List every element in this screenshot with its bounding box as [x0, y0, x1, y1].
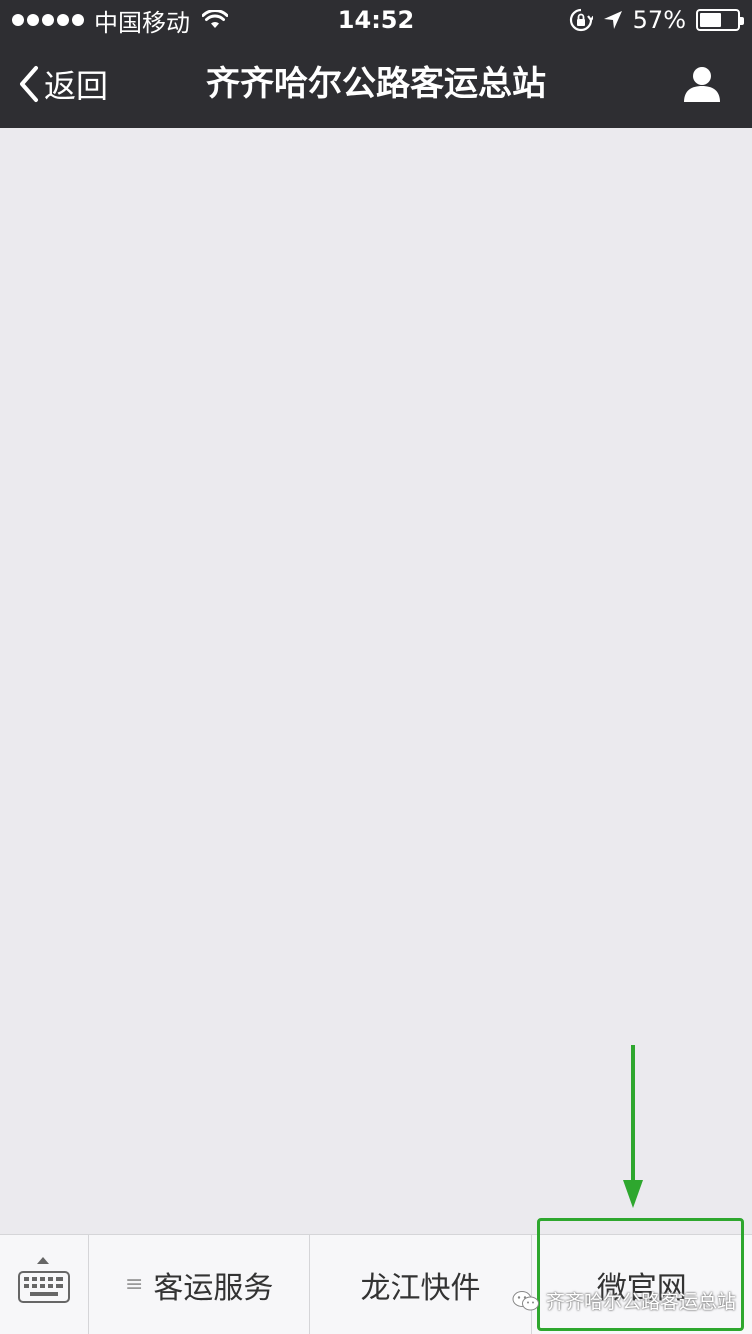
status-bar: 中国移动 14:52 57% — [0, 0, 752, 40]
bottom-menu-bar: ≡ 客运服务 龙江快件 微官网 — [0, 1234, 752, 1334]
status-right: 57% — [569, 5, 744, 35]
nav-bar: 返回 齐齐哈尔公路客运总站 — [0, 40, 752, 128]
menu-item-micro-website[interactable]: 微官网 — [532, 1235, 752, 1334]
person-icon[interactable] — [682, 64, 722, 104]
menu-item-longjiang-express[interactable]: 龙江快件 — [310, 1235, 532, 1334]
annotation-arrow-icon — [623, 1045, 643, 1208]
keyboard-toggle-button[interactable] — [0, 1235, 89, 1334]
watermark-text: 齐齐哈尔公路客运总站 — [546, 1291, 737, 1313]
battery-fill — [700, 13, 721, 27]
back-label: 返回 — [44, 67, 109, 105]
wechat-icon — [512, 1290, 539, 1310]
back-button[interactable]: 返回 — [18, 62, 108, 106]
chevron-left-icon — [20, 66, 38, 102]
battery-icon — [696, 9, 744, 31]
menu-item-passenger-service[interactable]: ≡ 客运服务 — [89, 1235, 311, 1334]
carrier-name: 中国移动 — [94, 8, 190, 37]
keyboard-icon — [18, 1271, 70, 1303]
menu-item-label: 龙江快件 — [360, 1270, 481, 1306]
page-title: 齐齐哈尔公路客运总站 — [206, 64, 546, 104]
rotation-lock-icon — [569, 8, 593, 32]
watermark: 齐齐哈尔公路客运总站 — [512, 1287, 736, 1314]
wifi-icon — [202, 10, 228, 28]
location-arrow-icon — [603, 11, 622, 29]
caret-up-icon — [37, 1257, 49, 1264]
menu-lines-icon: ≡ — [124, 1272, 144, 1297]
signal-dots-icon — [12, 14, 84, 26]
status-left: 中国移动 — [12, 5, 228, 37]
menu-item-label: 客运服务 — [153, 1270, 274, 1306]
battery-percent: 57% — [632, 6, 686, 34]
